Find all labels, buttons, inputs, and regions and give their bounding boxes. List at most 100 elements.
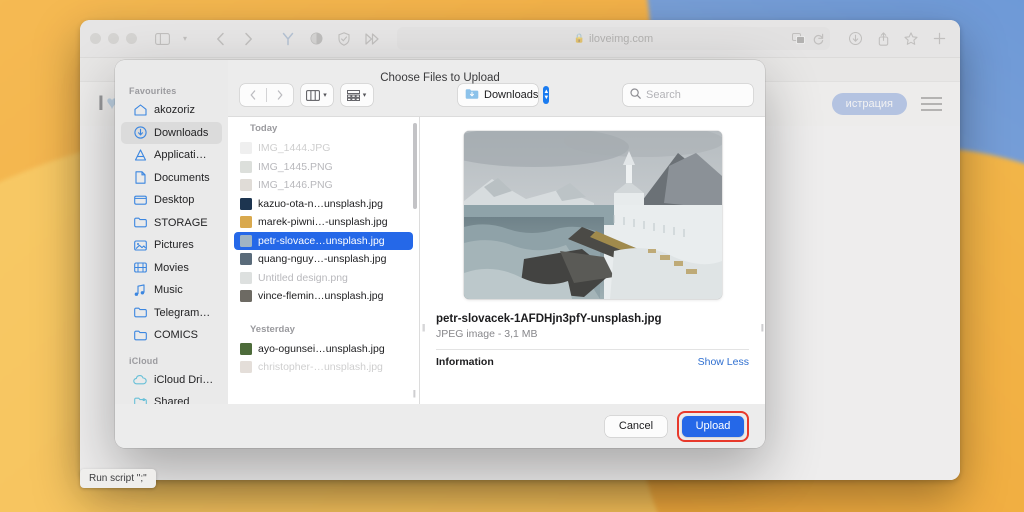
sidebar-item-label: Shared: [154, 396, 190, 404]
list-item[interactable]: IMG_1446.PNG: [234, 176, 413, 195]
file-name: ayo-ogunsei…unsplash.jpg: [258, 342, 385, 355]
sidebar-item-telegram[interactable]: Telegram…: [121, 302, 222, 325]
file-name: christopher-…unsplash.jpg: [258, 361, 383, 374]
list-item[interactable]: IMG_1445.PNG: [234, 158, 413, 177]
updown-stepper-icon[interactable]: ▲ ▼: [543, 86, 550, 104]
document-icon: [133, 171, 147, 185]
window-traffic-lights[interactable]: [90, 33, 137, 44]
fast-forward-icon[interactable]: [361, 29, 383, 49]
bookmark-icon[interactable]: [900, 29, 922, 49]
sidebar-item-desktop[interactable]: Desktop: [121, 189, 222, 212]
upload-button-highlight: Upload: [677, 410, 749, 442]
location-label: Downloads: [484, 89, 539, 101]
column-view-icon[interactable]: ▾: [301, 84, 333, 106]
downloads-icon[interactable]: [844, 29, 866, 49]
sidebar-item-downloads[interactable]: Downloads: [121, 121, 222, 144]
file-list[interactable]: Today IMG_1444.JPG IMG_1445.PNG IMG_1446…: [228, 117, 420, 404]
information-section: Information Show Less: [436, 349, 749, 368]
group-by-control[interactable]: ▾: [340, 84, 373, 106]
minimize-button[interactable]: [108, 33, 119, 44]
sidebar-item-music[interactable]: Music: [121, 279, 222, 302]
movies-icon: [133, 261, 147, 275]
url-text: iloveimg.com: [589, 32, 654, 45]
file-name: IMG_1446.PNG: [258, 179, 333, 192]
file-thumbnail-icon: [240, 253, 252, 266]
yandex-extension-icon[interactable]: [277, 29, 299, 49]
upload-button[interactable]: Upload: [682, 415, 744, 437]
list-item[interactable]: quang-nguy…-unsplash.jpg: [234, 250, 413, 269]
file-name: IMG_1444.JPG: [258, 142, 331, 155]
preview-resize-handle-right[interactable]: ||: [761, 323, 764, 332]
translate-icon[interactable]: [791, 29, 805, 49]
cancel-button[interactable]: Cancel: [605, 415, 667, 437]
share-icon[interactable]: [872, 29, 894, 49]
sidebar-item-label: Documents: [154, 171, 210, 184]
sidebar-item-documents[interactable]: Documents: [121, 167, 222, 190]
group-view-icon[interactable]: ▾: [341, 84, 373, 106]
sidebar-item-storage[interactable]: STORAGE: [121, 212, 222, 235]
reload-icon[interactable]: [812, 29, 824, 49]
column-resize-handle[interactable]: ||: [413, 389, 416, 398]
shield-dark-icon[interactable]: [305, 29, 327, 49]
new-tab-icon[interactable]: [928, 29, 950, 49]
address-bar[interactable]: 🔒 iloveimg.com: [397, 27, 830, 50]
sidebar-item-pictures[interactable]: Pictures: [121, 234, 222, 257]
desktop-wallpaper: ▾ 🔒 iloveimg.com I ♥ истрация Choose Fil…: [0, 0, 1024, 512]
sidebar-item-applications[interactable]: Applicati…: [121, 144, 222, 167]
sidebar-item-akozoriz[interactable]: akozoriz: [121, 99, 222, 122]
pictures-icon: [133, 238, 147, 252]
file-upload-dialog[interactable]: Choose Files to Upload Favourites akozor…: [115, 60, 765, 448]
sidebar-item-shared[interactable]: Shared: [121, 391, 222, 404]
sidebar-toggle-icon[interactable]: [151, 29, 173, 49]
sidebar-item-label: Desktop: [154, 194, 195, 207]
information-label: Information: [436, 356, 494, 368]
sidebar-item-icloud-drive[interactable]: iCloud Dri…: [121, 369, 222, 392]
hamburger-menu-icon[interactable]: [921, 97, 942, 111]
close-button[interactable]: [90, 33, 101, 44]
chevron-left-icon[interactable]: [240, 84, 266, 106]
location-dropdown[interactable]: Downloads ▲ ▼: [458, 84, 550, 106]
file-thumbnail-icon: [240, 271, 252, 284]
file-name: petr-slovace…unsplash.jpg: [258, 234, 385, 247]
list-item[interactable]: IMG_1444.JPG: [234, 139, 413, 158]
list-item[interactable]: kazuo-ota-n…unsplash.jpg: [234, 195, 413, 214]
cloud-icon: [133, 373, 147, 387]
file-preview-pane: petr-slovacek-1AFDHjn3pfY-unsplash.jpg J…: [420, 117, 765, 404]
download-icon: [133, 126, 147, 140]
privacy-shield-icon[interactable]: [333, 29, 355, 49]
signup-button[interactable]: истрация: [831, 93, 907, 115]
file-list-scrollbar[interactable]: [413, 123, 417, 209]
back-icon[interactable]: [209, 29, 231, 49]
nav-segmented-control[interactable]: [240, 84, 293, 106]
chevron-down-icon[interactable]: ▾: [179, 29, 191, 49]
preview-details: JPEG image - 3,1 MB: [436, 328, 538, 340]
view-mode-control[interactable]: ▾: [300, 84, 333, 106]
sidebar-item-movies[interactable]: Movies: [121, 257, 222, 280]
file-thumbnail-icon: [240, 361, 252, 374]
list-item[interactable]: ayo-ogunsei…unsplash.jpg: [234, 340, 413, 359]
list-item[interactable]: christopher-…unsplash.jpg: [234, 358, 413, 377]
search-field[interactable]: Search: [623, 84, 753, 106]
show-less-link[interactable]: Show Less: [698, 356, 749, 368]
list-item[interactable]: vince-flemin…unsplash.jpg: [234, 287, 413, 306]
list-item[interactable]: Untitled design.png: [234, 269, 413, 288]
zoom-button[interactable]: [126, 33, 137, 44]
file-thumbnail-icon: [240, 160, 252, 173]
sidebar-item-label: iCloud Dri…: [154, 373, 214, 386]
file-name: marek-piwni…-unsplash.jpg: [258, 216, 388, 229]
dialog-body: Favourites akozoriz Downloads Applicati……: [115, 60, 765, 404]
dialog-sidebar[interactable]: Favourites akozoriz Downloads Applicati……: [115, 60, 228, 404]
file-name: vince-flemin…unsplash.jpg: [258, 290, 384, 303]
sidebar-item-comics[interactable]: COMICS: [121, 324, 222, 347]
sidebar-item-label: Downloads: [154, 126, 209, 139]
sidebar-item-label: akozoriz: [154, 104, 195, 117]
preview-resize-handle-left[interactable]: ||: [422, 323, 425, 332]
list-item[interactable]: marek-piwni…-unsplash.jpg: [234, 213, 413, 232]
chevron-right-icon[interactable]: [267, 84, 293, 106]
browser-toolbar: ▾ 🔒 iloveimg.com: [80, 20, 960, 58]
file-name: quang-nguy…-unsplash.jpg: [258, 253, 387, 266]
list-item-selected[interactable]: petr-slovace…unsplash.jpg: [234, 231, 413, 250]
file-thumbnail-icon: [240, 342, 252, 355]
sidebar-item-label: Applicati…: [154, 149, 207, 162]
forward-icon[interactable]: [237, 29, 259, 49]
